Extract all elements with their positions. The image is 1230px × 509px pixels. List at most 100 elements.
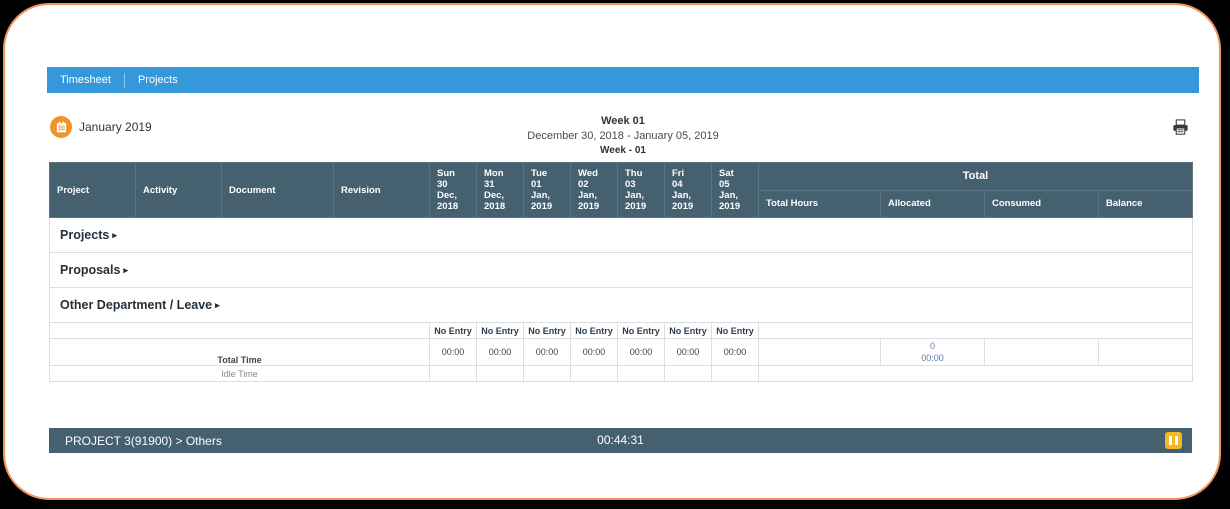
day-year: 2018 [484, 201, 506, 212]
day-date: 01 Jan, [531, 179, 551, 201]
expand-caret-icon[interactable]: ▸ [123, 265, 128, 276]
allocated-count: 0 [929, 341, 935, 351]
total-time-fri: 00:00 [664, 338, 712, 366]
table-body: Projects ▸ Proposals ▸ Other Department / … [48, 217, 1194, 382]
column-header-activity[interactable]: Activity [135, 162, 222, 218]
table-row-group-projects[interactable]: Projects ▸ [48, 217, 1194, 253]
timesheet-table: Project Activity Document Revision Sun 3… [48, 162, 1194, 382]
month-selector[interactable]: January 2019 [50, 116, 152, 138]
device-frame: Timesheet Projects Week 01 December 30, … [3, 3, 1221, 500]
no-entry-total-spacer [757, 322, 1194, 339]
day-year: 2019 [531, 201, 553, 212]
column-header-day-sat[interactable]: Sat 05 Jan, 2019 [711, 162, 759, 218]
pause-icon [1169, 436, 1172, 445]
total-hours-value [758, 338, 881, 366]
column-header-day-mon[interactable]: Mon 31 Dec, 2018 [476, 162, 524, 218]
group-label-projects: Projects ▸ [60, 228, 117, 242]
no-entry-sat: No Entry [711, 322, 759, 339]
column-header-total-hours[interactable]: Total Hours [758, 189, 881, 218]
nav-item-projects[interactable]: Projects [125, 67, 191, 93]
day-year: 2019 [625, 201, 647, 212]
idle-time-tue [523, 365, 571, 382]
idle-time-sun [429, 365, 477, 382]
day-year: 2019 [719, 201, 741, 212]
no-entry-fri: No Entry [664, 322, 712, 339]
idle-time-total-spacer [757, 365, 1194, 382]
column-header-balance[interactable]: Balance [1097, 189, 1194, 218]
column-header-document[interactable]: Document [221, 162, 334, 218]
group-label-proposals: Proposals ▸ [60, 263, 128, 277]
column-header-consumed[interactable]: Consumed [984, 189, 1099, 218]
expand-caret-icon[interactable]: ▸ [215, 300, 220, 311]
day-year: 2019 [578, 201, 600, 212]
column-header-day-tue[interactable]: Tue 01 Jan, 2019 [523, 162, 571, 218]
group-label-other-department-leave: Other Department / Leave ▸ [60, 298, 220, 312]
day-date: 02 Jan, [578, 179, 598, 201]
no-entry-spacer [49, 322, 430, 339]
column-header-total-group: Total [757, 162, 1194, 191]
top-navigation-bar: Timesheet Projects [47, 67, 1199, 93]
week-subtitle: Week - 01 [600, 145, 646, 156]
timesheet-header: Week 01 December 30, 2018 - January 05, … [47, 110, 1199, 156]
allocated-value: 0 00:00 [880, 338, 985, 366]
expand-caret-icon[interactable]: ▸ [112, 230, 117, 241]
total-time-sun: 00:00 [429, 338, 477, 366]
table-row-total-time: Total Time 00:00 00:00 00:00 00:00 00:00… [49, 338, 1194, 366]
day-dow: Sun [437, 168, 455, 179]
month-label: January 2019 [79, 120, 152, 134]
idle-time-sat [711, 365, 759, 382]
column-header-project[interactable]: Project [49, 162, 136, 218]
day-dow: Tue [531, 168, 548, 179]
day-dow: Wed [578, 168, 598, 179]
printer-icon [1171, 118, 1190, 142]
day-dow: Thu [625, 168, 643, 179]
column-header-day-fri[interactable]: Fri 04 Jan, 2019 [664, 162, 712, 218]
balance-value [1097, 338, 1194, 366]
day-year: 2018 [437, 201, 459, 212]
day-dow: Mon [484, 168, 504, 179]
day-dow: Sat [719, 168, 734, 179]
table-header-row-1: Project Activity Document Revision Sun 3… [49, 162, 1194, 218]
day-date: 31 Dec, [484, 179, 505, 201]
pause-button[interactable] [1165, 432, 1182, 449]
day-year: 2019 [672, 201, 694, 212]
pause-icon-bar2 [1175, 436, 1178, 445]
idle-time-label: Idle Time [49, 365, 430, 382]
print-button[interactable] [1169, 119, 1191, 141]
day-date: 04 Jan, [672, 179, 692, 201]
day-date: 30 Dec, [437, 179, 458, 201]
column-header-day-thu[interactable]: Thu 03 Jan, 2019 [617, 162, 665, 218]
day-date: 03 Jan, [625, 179, 645, 201]
day-dow: Fri [672, 168, 685, 179]
group-cell[interactable]: Projects ▸ [48, 217, 1194, 253]
idle-time-thu [617, 365, 665, 382]
active-task-label: PROJECT 3(91900) > Others [65, 433, 222, 448]
table-row-group-other-department-leave[interactable]: Other Department / Leave ▸ [48, 287, 1194, 323]
no-entry-tue: No Entry [523, 322, 571, 339]
column-header-allocated[interactable]: Allocated [880, 189, 985, 218]
total-time-tue: 00:00 [523, 338, 571, 366]
allocated-duration: 00:00 [921, 353, 944, 363]
group-cell[interactable]: Other Department / Leave ▸ [48, 287, 1194, 323]
column-header-day-sun[interactable]: Sun 30 Dec, 2018 [429, 162, 477, 218]
table-row-no-entry: No Entry No Entry No Entry No Entry No E… [49, 322, 1194, 339]
consumed-value [984, 338, 1099, 366]
no-entry-mon: No Entry [476, 322, 524, 339]
table-row-idle-time: Idle Time [49, 365, 1194, 382]
no-entry-sun: No Entry [429, 322, 477, 339]
total-time-wed: 00:00 [570, 338, 618, 366]
column-header-day-wed[interactable]: Wed 02 Jan, 2019 [570, 162, 618, 218]
table-row-group-proposals[interactable]: Proposals ▸ [48, 252, 1194, 288]
timer-status-bar: 00:44:31 PROJECT 3(91900) > Others [49, 428, 1192, 453]
idle-time-mon [476, 365, 524, 382]
total-time-sat: 00:00 [711, 338, 759, 366]
column-header-revision[interactable]: Revision [333, 162, 430, 218]
table-header: Project Activity Document Revision Sun 3… [49, 162, 1194, 218]
day-date: 05 Jan, [719, 179, 739, 201]
idle-time-fri [664, 365, 712, 382]
nav-item-timesheet[interactable]: Timesheet [47, 67, 124, 93]
group-cell[interactable]: Proposals ▸ [48, 252, 1194, 288]
calendar-icon [50, 116, 72, 138]
total-time-thu: 00:00 [617, 338, 665, 366]
idle-time-wed [570, 365, 618, 382]
